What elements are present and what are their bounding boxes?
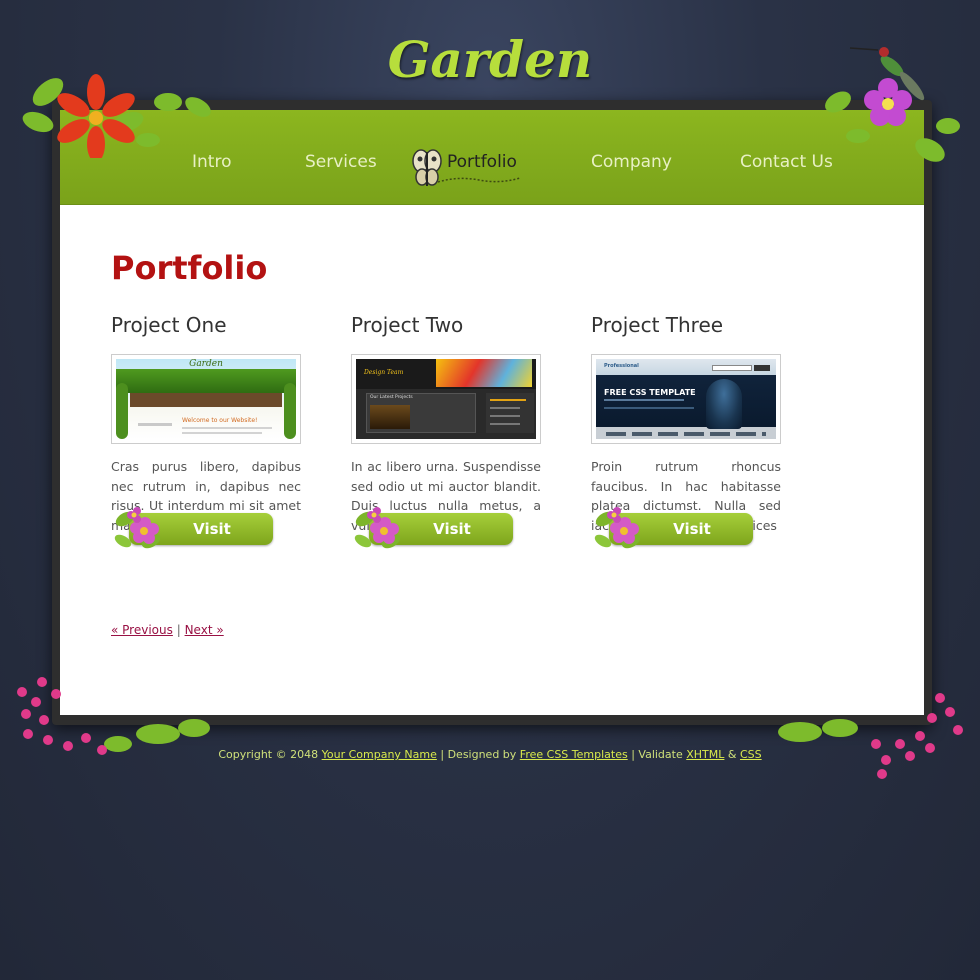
project-card: Project Three Professional FREE CSS TEMP… — [591, 313, 781, 549]
project-thumbnail[interactable]: Professional FREE CSS TEMPLATE — [591, 354, 781, 444]
visit-button-wrap: Visit — [591, 501, 756, 557]
nav-item-portfolio[interactable]: Portfolio — [447, 152, 517, 172]
thumb-text: Professional — [604, 363, 639, 369]
footer-validate: | Validate — [631, 748, 683, 761]
pagination: « Previous | Next » — [111, 623, 224, 637]
footer-amp: & — [727, 748, 737, 761]
project-thumbnail[interactable]: Garden Welcome to our Website! — [111, 354, 301, 444]
xhtml-link[interactable]: XHTML — [686, 748, 724, 761]
css-link[interactable]: CSS — [740, 748, 762, 761]
project-title: Project Two — [351, 313, 464, 337]
content-panel: Portfolio Project One Garden Welcome to … — [60, 205, 924, 715]
thumb-text: Design Team — [364, 369, 404, 376]
project-thumbnail[interactable]: Design Team Our Latest Projects — [351, 354, 541, 444]
designer-link[interactable]: Free CSS Templates — [520, 748, 628, 761]
nav-item-services[interactable]: Services — [305, 152, 377, 172]
footer-designed-by: | Designed by — [440, 748, 517, 761]
footer-copyright: Copyright © 2048 — [218, 748, 319, 761]
next-link[interactable]: Next » — [185, 623, 224, 637]
flower-icon — [354, 507, 401, 549]
flower-icon — [22, 74, 211, 158]
nav-item-company[interactable]: Company — [591, 152, 672, 172]
visit-button-wrap: Visit — [351, 501, 516, 557]
flower-icon — [114, 507, 161, 549]
footer: Copyright © 2048 Your Company Name | Des… — [0, 748, 980, 761]
thumb-text: FREE CSS TEMPLATE — [604, 388, 696, 397]
visit-button-wrap: Visit — [111, 501, 276, 557]
project-title: Project One — [111, 313, 227, 337]
flower-icon — [594, 507, 641, 549]
previous-link[interactable]: « Previous — [111, 623, 173, 637]
page-title: Portfolio — [111, 249, 268, 287]
active-underline — [438, 177, 520, 183]
thumb-text: Garden — [189, 359, 223, 369]
project-card: Project One Garden Welcome to our Websit… — [111, 313, 301, 549]
hummingbird-icon — [825, 47, 960, 162]
flower-icon — [778, 693, 963, 779]
project-title: Project Three — [591, 313, 724, 337]
pager-separator: | — [176, 623, 181, 637]
project-card: Project Two Design Team Our Latest Proje… — [351, 313, 541, 549]
thumb-text: Welcome to our Website! — [182, 417, 258, 424]
company-link[interactable]: Your Company Name — [322, 748, 437, 761]
thumb-text: Our Latest Projects — [370, 395, 413, 400]
